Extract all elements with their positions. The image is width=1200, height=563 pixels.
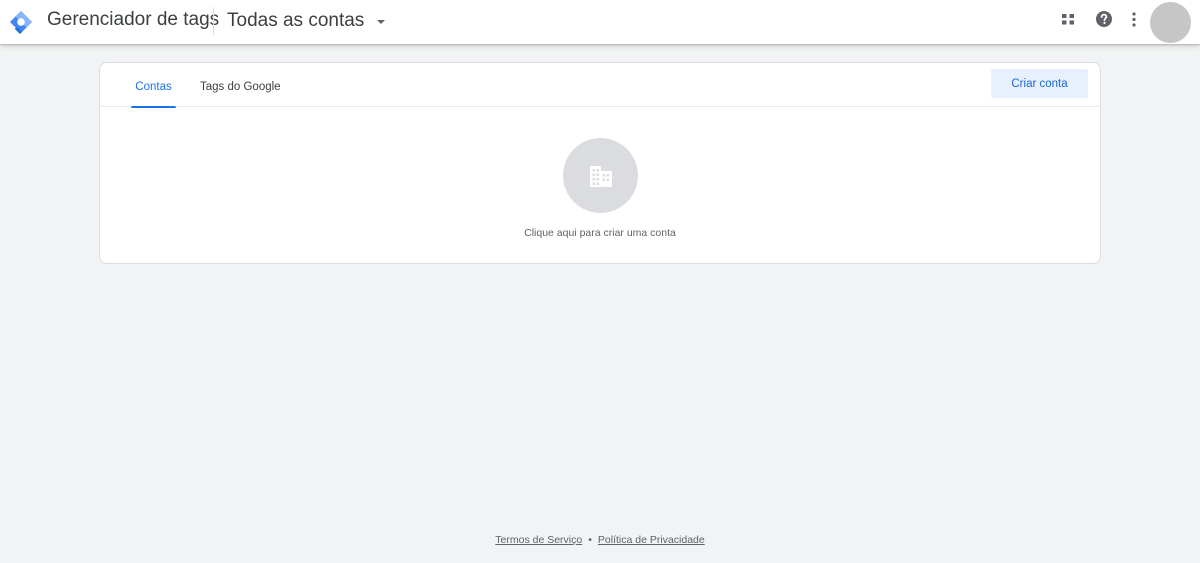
create-account-button[interactable]: Criar conta bbox=[991, 69, 1088, 98]
terms-of-service-link[interactable]: Termos de Serviço bbox=[495, 534, 582, 546]
header-divider bbox=[213, 7, 214, 35]
tab-bar: Contas Tags do Google Criar conta bbox=[100, 63, 1100, 108]
footer-separator: • bbox=[588, 534, 592, 546]
privacy-policy-link[interactable]: Política de Privacidade bbox=[598, 534, 705, 546]
tab-contas[interactable]: Contas bbox=[131, 63, 176, 108]
help-icon[interactable] bbox=[1095, 10, 1113, 28]
account-selector-label: Todas as contas bbox=[227, 10, 365, 31]
empty-state-icon-circle[interactable] bbox=[563, 138, 638, 213]
product-name: Gerenciador de tags bbox=[47, 9, 220, 30]
more-vert-icon[interactable] bbox=[1131, 11, 1137, 29]
building-icon bbox=[590, 166, 612, 187]
avatar[interactable] bbox=[1150, 2, 1191, 43]
apps-grid-icon[interactable] bbox=[1061, 12, 1075, 26]
app-header: Gerenciador de tags Todas as contas bbox=[0, 0, 1200, 44]
account-selector[interactable]: Todas as contas bbox=[227, 9, 386, 33]
footer: Termos de Serviço • Política de Privacidad… bbox=[0, 534, 1200, 546]
dropdown-arrow-icon bbox=[377, 20, 386, 24]
tag-manager-logo[interactable] bbox=[9, 10, 33, 34]
tab-tags-do-google[interactable]: Tags do Google bbox=[200, 63, 290, 107]
create-account-prompt[interactable]: Clique aqui para criar uma conta bbox=[100, 227, 1100, 239]
accounts-card: Contas Tags do Google Criar conta Clique bbox=[99, 62, 1101, 264]
